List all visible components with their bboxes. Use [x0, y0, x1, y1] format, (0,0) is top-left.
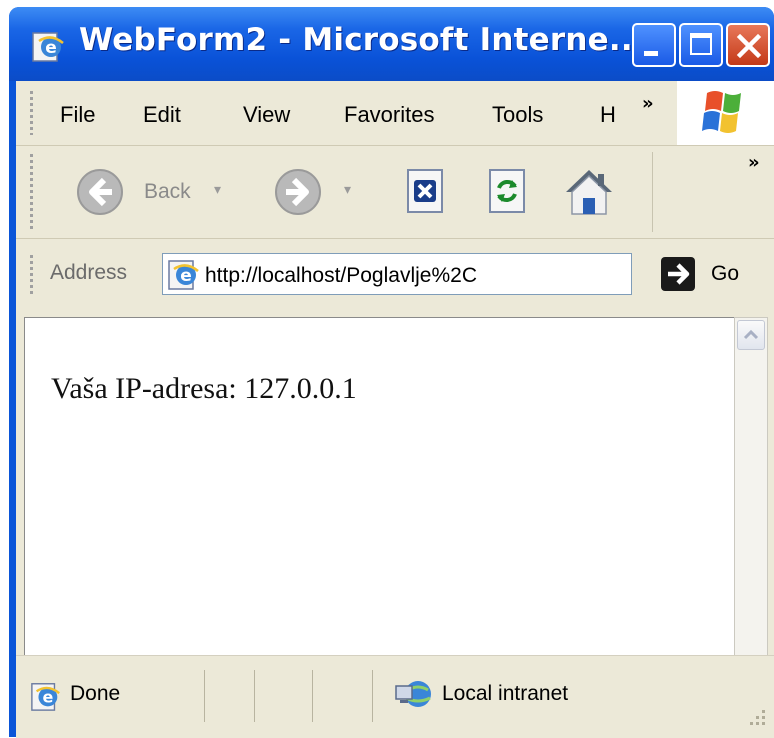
- chevron-up-icon: [743, 329, 759, 340]
- menu-edit[interactable]: Edit: [143, 102, 181, 128]
- local-intranet-icon: [395, 681, 431, 707]
- forward-button[interactable]: ▾: [272, 166, 376, 218]
- status-bar: e Done Local intranet: [16, 655, 774, 738]
- address-label: Address: [50, 261, 128, 284]
- svg-text:e: e: [42, 688, 53, 707]
- go-arrow-icon: [661, 257, 695, 291]
- toolbar-grip[interactable]: [30, 154, 33, 230]
- menu-grip[interactable]: [30, 91, 33, 135]
- page-ie-icon: e: [168, 260, 199, 290]
- maximize-button[interactable]: [679, 23, 723, 67]
- resize-grip-icon[interactable]: [748, 708, 768, 728]
- stop-button[interactable]: [400, 166, 452, 218]
- maximize-icon: [690, 33, 712, 55]
- standard-toolbar: Back ▾ ▾ »: [16, 146, 774, 239]
- minimize-button[interactable]: [632, 23, 676, 67]
- ie-page-icon: e: [32, 32, 64, 62]
- address-url: http://localhost/Poglavlje%2C: [205, 264, 477, 287]
- home-button[interactable]: [560, 164, 618, 220]
- toolbar-separator: [652, 152, 653, 232]
- status-panel-divider: [254, 670, 255, 722]
- windows-logo: [677, 81, 774, 145]
- stop-icon: [407, 169, 443, 213]
- refresh-icon: [489, 169, 525, 213]
- forward-icon: [275, 169, 321, 215]
- ie-status-icon: e: [31, 683, 60, 711]
- back-button[interactable]: Back ▾: [74, 166, 244, 218]
- address-input[interactable]: e http://localhost/Poglavlje%2C: [162, 253, 632, 295]
- menu-view[interactable]: View: [243, 102, 290, 128]
- browser-window: e WebForm2 - Microsoft Interne... File E…: [9, 7, 774, 738]
- status-done: Done: [70, 682, 121, 705]
- status-panel-divider: [312, 670, 313, 722]
- menu-file[interactable]: File: [60, 102, 95, 128]
- home-icon: [566, 170, 612, 215]
- minimize-icon: [644, 51, 658, 56]
- title-bar[interactable]: e WebForm2 - Microsoft Interne...: [9, 7, 774, 81]
- back-icon: [77, 169, 123, 215]
- menu-bar: File Edit View Favorites Tools H »: [16, 81, 774, 146]
- back-label: Back: [144, 180, 191, 203]
- close-icon: [736, 33, 762, 59]
- client-area: File Edit View Favorites Tools H » Back …: [16, 81, 774, 738]
- toolbar-overflow-chevron[interactable]: »: [748, 152, 760, 173]
- menu-tools[interactable]: Tools: [492, 102, 543, 128]
- forward-dropdown-arrow[interactable]: ▾: [344, 182, 351, 198]
- status-panel-divider: [372, 670, 373, 722]
- ip-address-text: Vaša IP-adresa: 127.0.0.1: [51, 372, 357, 405]
- refresh-button[interactable]: [482, 166, 534, 218]
- go-button[interactable]: [656, 253, 756, 295]
- back-dropdown-arrow[interactable]: ▾: [214, 182, 221, 198]
- menu-help[interactable]: H: [600, 102, 616, 128]
- svg-text:e: e: [180, 266, 192, 286]
- window-title: WebForm2 - Microsoft Interne...: [79, 22, 645, 58]
- address-grip[interactable]: [30, 255, 33, 295]
- status-zone: Local intranet: [442, 682, 569, 705]
- go-label[interactable]: Go: [711, 262, 739, 286]
- windows-flag-icon: [702, 91, 741, 133]
- status-panel-divider: [204, 670, 205, 722]
- menu-overflow-chevron[interactable]: »: [642, 93, 654, 114]
- scroll-up-button[interactable]: [737, 320, 765, 350]
- menu-favorites[interactable]: Favorites: [344, 102, 434, 128]
- close-button[interactable]: [726, 23, 770, 67]
- address-bar: Address e http://localhost/Poglavlje%2C: [16, 239, 774, 311]
- svg-text:e: e: [45, 38, 57, 58]
